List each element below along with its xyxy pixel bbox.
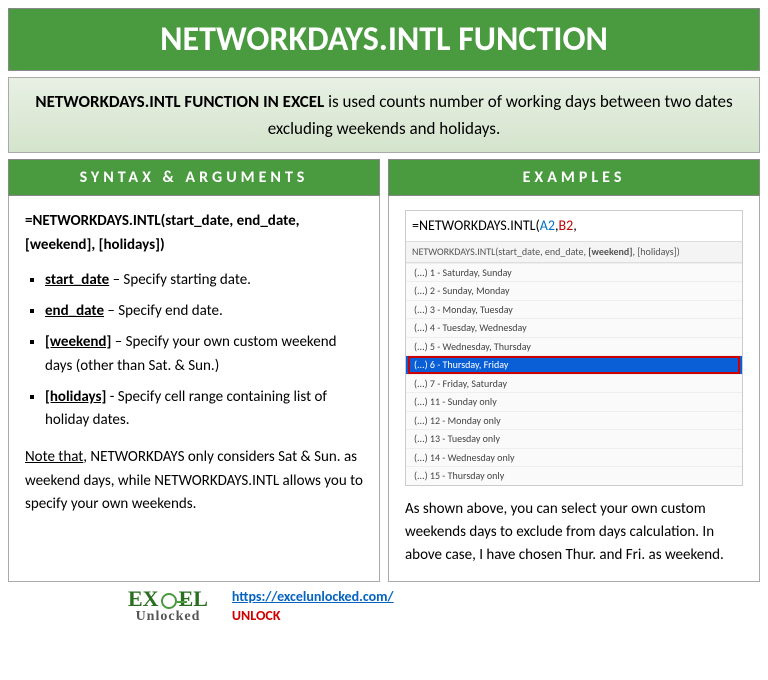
formula-bar: =NETWORKDAYS.INTL(A2,B2, — [406, 211, 742, 242]
dropdown-option[interactable]: (...) 5 - Wednesday, Thursday — [406, 337, 742, 356]
dropdown-option[interactable]: (...) 1 - Saturday, Sunday — [406, 263, 742, 282]
dropdown-option[interactable]: (...) 2 - Sunday, Monday — [406, 281, 742, 300]
footer-links: https://excelunlocked.com/ UNLOCK — [232, 588, 394, 624]
dropdown-option-label: (...) 6 - Thursday, Friday — [414, 358, 508, 371]
tooltip-current-arg: [weekend] — [588, 245, 632, 258]
syntax-body: =NETWORKDAYS.INTL(start_date, end_date, … — [8, 196, 380, 582]
two-column-layout: SYNTAX & ARGUMENTS =NETWORKDAYS.INTL(sta… — [8, 159, 760, 582]
footer-unlock-text: UNLOCK — [232, 607, 394, 624]
syntax-formula: =NETWORKDAYS.INTL(start_date, end_date, … — [25, 210, 363, 257]
excel-sample: =NETWORKDAYS.INTL(A2,B2, NETWORKDAYS.INT… — [405, 210, 743, 485]
footer: EXEL Unlocked https://excelunlocked.com/… — [8, 588, 760, 624]
formula-prefix: =NETWORKDAYS.INTL( — [412, 217, 540, 234]
syntax-column: SYNTAX & ARGUMENTS =NETWORKDAYS.INTL(sta… — [8, 159, 380, 582]
arg-end-date: end_date – Specify end date. — [45, 300, 363, 323]
weekend-dropdown[interactable]: (...) 1 - Saturday, Sunday (...) 2 - Sun… — [406, 263, 742, 485]
arguments-list: start_date – Specify starting date. end_… — [25, 269, 363, 433]
dropdown-option[interactable]: (...) 3 - Monday, Tuesday — [406, 300, 742, 319]
examples-header: EXAMPLES — [388, 159, 760, 196]
note-label: Note that — [25, 448, 83, 466]
arg-name: end_date — [45, 302, 104, 320]
dropdown-option[interactable]: (...) 12 - Monday only — [406, 411, 742, 430]
arg-name: start_date — [45, 271, 109, 289]
arg-desc: – Specify starting date. — [109, 271, 251, 289]
description-emphasis: NETWORKDAYS.INTL FUNCTION IN EXCEL — [35, 91, 324, 112]
logo-bottom: Unlocked — [136, 610, 201, 623]
dropdown-option-selected[interactable]: (...) 6 - Thursday, Friday — [406, 355, 742, 374]
formula-tooltip: NETWORKDAYS.INTL(start_date, end_date, [… — [406, 242, 742, 263]
dropdown-option[interactable]: (...) 14 - Wednesday only — [406, 448, 742, 467]
formula-ref-a2: A2 — [540, 217, 555, 234]
arg-desc: – Specify end date. — [104, 302, 223, 320]
description-text: is used counts number of working days be… — [268, 91, 733, 139]
arg-weekend: [weekend] – Specify your own custom week… — [45, 331, 363, 378]
dropdown-option[interactable]: (...) 4 - Tuesday, Wednesday — [406, 318, 742, 337]
tooltip-text: , [holidays]) — [632, 245, 679, 258]
arg-name: [holidays] — [45, 388, 106, 406]
footer-url[interactable]: https://excelunlocked.com/ — [232, 588, 394, 605]
syntax-note: Note that, NETWORKDAYS only considers Sa… — [25, 446, 363, 516]
dropdown-option[interactable]: (...) 7 - Friday, Saturday — [406, 374, 742, 393]
dropdown-option[interactable]: (...) 11 - Sunday only — [406, 392, 742, 411]
arg-name: [weekend] — [45, 333, 111, 351]
dropdown-option[interactable]: (...) 15 - Thursday only — [406, 466, 742, 485]
arg-start-date: start_date – Specify starting date. — [45, 269, 363, 292]
logo: EXEL Unlocked — [128, 589, 208, 623]
examples-column: EXAMPLES =NETWORKDAYS.INTL(A2,B2, NETWOR… — [388, 159, 760, 582]
logo-top: EXEL — [128, 589, 208, 610]
formula-ref-b2: B2 — [559, 217, 574, 234]
tooltip-text: NETWORKDAYS.INTL(start_date, end_date, — [412, 245, 588, 258]
arg-holidays: [holidays] - Specify cell range containi… — [45, 386, 363, 433]
example-description: As shown above, you can select your own … — [405, 498, 743, 568]
syntax-header: SYNTAX & ARGUMENTS — [8, 159, 380, 196]
dropdown-option[interactable]: (...) 13 - Tuesday only — [406, 429, 742, 448]
page-title: NETWORKDAYS.INTL FUNCTION — [8, 8, 760, 71]
key-icon — [161, 593, 177, 609]
formula-trailing: , — [573, 217, 577, 234]
examples-body: =NETWORKDAYS.INTL(A2,B2, NETWORKDAYS.INT… — [388, 196, 760, 582]
description-bar: NETWORKDAYS.INTL FUNCTION IN EXCEL is us… — [8, 77, 760, 153]
